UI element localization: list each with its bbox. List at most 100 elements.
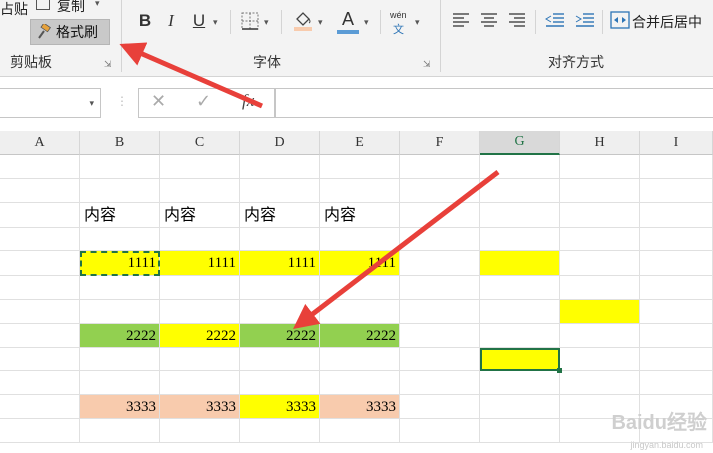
insert-function-button[interactable]: fx (242, 91, 254, 111)
cell-3333[interactable]: 3333 (240, 395, 320, 419)
merge-center-icon[interactable] (610, 11, 630, 29)
cell-2222[interactable]: 2222 (80, 324, 160, 348)
cell-3333[interactable]: 3333 (160, 395, 240, 419)
cancel-icon[interactable]: ✕ (151, 91, 166, 112)
enter-icon[interactable]: ✓ (196, 91, 211, 112)
border-icon[interactable] (241, 12, 259, 30)
grid-cell[interactable] (0, 179, 80, 203)
border-dropdown-icon[interactable]: ▾ (264, 17, 269, 28)
grid-cell[interactable] (240, 155, 320, 179)
grid-cell[interactable] (400, 300, 480, 324)
grid-cell[interactable] (240, 419, 320, 443)
grid-cell[interactable] (240, 179, 320, 203)
grid-cell[interactable] (80, 371, 160, 395)
grid-cell[interactable] (80, 348, 160, 371)
grid-cell[interactable] (560, 251, 640, 276)
grid-cell[interactable] (640, 276, 713, 300)
grid-cell[interactable] (560, 203, 640, 228)
grid-cell[interactable] (0, 300, 80, 324)
grid-cell[interactable] (0, 155, 80, 179)
grid-cell[interactable] (320, 371, 400, 395)
grid-cell[interactable] (480, 203, 560, 228)
grid-cell[interactable] (160, 348, 240, 371)
column-header-b[interactable]: B (80, 131, 160, 155)
font-launcher-icon[interactable]: ⇲ (423, 59, 431, 70)
grid-cell[interactable] (560, 155, 640, 179)
grid-cell[interactable] (160, 179, 240, 203)
grid-cell[interactable] (480, 395, 560, 419)
grid-cell[interactable] (400, 395, 480, 419)
name-box[interactable]: ▾ (0, 88, 101, 118)
grid-cell[interactable] (640, 300, 713, 324)
phonetic-top-label[interactable]: wén (390, 10, 407, 20)
grid-cell[interactable] (400, 419, 480, 443)
grid-cell[interactable] (640, 155, 713, 179)
grid-cell[interactable] (0, 324, 80, 348)
fill-color-dropdown-icon[interactable]: ▾ (318, 17, 323, 28)
grid-cell[interactable] (640, 324, 713, 348)
copy-dropdown-icon[interactable]: ▾ (95, 0, 100, 9)
grid-cell[interactable] (240, 276, 320, 300)
column-header-d[interactable]: D (240, 131, 320, 155)
grid-cell[interactable] (640, 179, 713, 203)
grid-cell[interactable] (640, 371, 713, 395)
selected-cell-g[interactable] (480, 348, 560, 371)
cell-g-yellow[interactable] (480, 251, 560, 276)
column-header-g[interactable]: G (480, 131, 560, 155)
grid-cell[interactable] (640, 228, 713, 251)
name-box-dropdown-icon[interactable]: ▾ (89, 98, 94, 109)
grid-cell[interactable] (320, 419, 400, 443)
grid-cell[interactable] (0, 228, 80, 251)
font-color-button[interactable]: A (337, 8, 359, 34)
align-right-icon[interactable] (508, 12, 526, 28)
column-header-e[interactable]: E (320, 131, 400, 155)
grid-cell[interactable] (560, 371, 640, 395)
formula-bar-grip-icon[interactable]: ⋮ (116, 94, 128, 108)
format-painter-button[interactable]: 格式刷 (30, 19, 110, 45)
column-header-a[interactable]: A (0, 131, 80, 155)
grid-cell[interactable] (0, 251, 80, 276)
increase-indent-icon[interactable] (575, 12, 595, 28)
grid-cell[interactable] (640, 251, 713, 276)
grid-cell[interactable] (640, 348, 713, 371)
grid-cell[interactable] (240, 300, 320, 324)
clipboard-launcher-icon[interactable]: ⇲ (104, 59, 112, 70)
grid-cell[interactable] (80, 300, 160, 324)
cell-3333[interactable]: 3333 (80, 395, 160, 419)
grid-cell[interactable] (160, 371, 240, 395)
worksheet[interactable]: A B C D E F G H I 内容 内容 内容 内容 1111 1111 1111 1111 2222 222… (0, 131, 713, 453)
phonetic-dropdown-icon[interactable]: ▾ (415, 17, 420, 28)
formula-input[interactable] (275, 88, 713, 118)
cell-content-label[interactable]: 内容 (160, 203, 240, 228)
grid-cell[interactable] (400, 155, 480, 179)
cell-content-label[interactable]: 内容 (320, 203, 400, 228)
column-header-h[interactable]: H (560, 131, 640, 155)
grid-cell[interactable] (320, 276, 400, 300)
align-center-icon[interactable] (480, 12, 498, 28)
grid-cell[interactable] (320, 300, 400, 324)
grid-cell[interactable] (560, 348, 640, 371)
merge-center-button[interactable]: 合并后居中 (632, 12, 702, 32)
grid-cell[interactable] (0, 348, 80, 371)
grid-cell[interactable] (560, 228, 640, 251)
grid-cell[interactable] (560, 324, 640, 348)
grid-cell[interactable] (0, 371, 80, 395)
grid-cell[interactable] (80, 228, 160, 251)
cell-1111[interactable]: 1111 (160, 251, 240, 276)
grid-cell[interactable] (0, 419, 80, 443)
grid-cell[interactable] (0, 395, 80, 419)
paste-button[interactable]: 占贴 (0, 0, 28, 19)
grid-cell[interactable] (80, 276, 160, 300)
grid-cell[interactable] (320, 228, 400, 251)
underline-button[interactable]: U (188, 8, 210, 34)
grid-cell[interactable] (480, 300, 560, 324)
grid-cell[interactable] (160, 276, 240, 300)
cell-1111[interactable]: 1111 (320, 251, 400, 276)
grid-cell[interactable] (400, 348, 480, 371)
cell-content-label[interactable]: 内容 (80, 203, 160, 228)
column-header-f[interactable]: F (400, 131, 480, 155)
cell-2222[interactable]: 2222 (240, 324, 320, 348)
grid-cell[interactable] (320, 179, 400, 203)
cell-h-yellow[interactable] (560, 300, 640, 324)
phonetic-guide-icon[interactable]: 文 (393, 21, 404, 37)
